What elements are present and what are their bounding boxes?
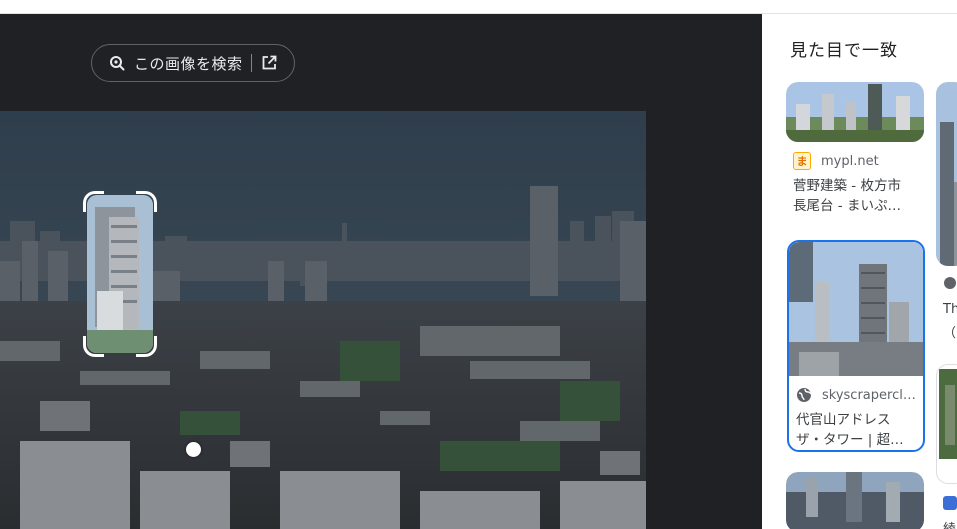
site-favicon-icon: ま bbox=[793, 152, 811, 170]
globe-icon bbox=[796, 387, 812, 403]
crop-corner-bottom-left[interactable] bbox=[83, 336, 104, 357]
object-hotspot-dot[interactable] bbox=[186, 442, 201, 457]
result-globe-icon-partial bbox=[943, 276, 957, 294]
result-card[interactable] bbox=[786, 472, 924, 529]
results-panel: 見た目で一致 ま mypl.net 菅野建築 - 枚方市 長尾台 - まいぷ… bbox=[762, 14, 957, 529]
search-this-image-button[interactable]: この画像を検索 bbox=[91, 44, 295, 82]
result-card-partial[interactable] bbox=[936, 82, 957, 266]
result-title[interactable]: 代官山アドレス ザ・タワー | 超高… bbox=[796, 410, 914, 450]
result-title-partial-3: 綾 bbox=[943, 518, 956, 529]
result-source: ま mypl.net bbox=[786, 150, 924, 172]
selected-building-region bbox=[87, 195, 153, 353]
result-source: skyscrapercl… bbox=[789, 384, 923, 406]
result-card-selected[interactable]: skyscrapercl… 代官山アドレス ザ・タワー | 超高… bbox=[787, 240, 925, 452]
result-card[interactable]: ま mypl.net 菅野建築 - 枚方市 長尾台 - まいぷ… bbox=[786, 82, 924, 232]
result-title[interactable]: 菅野建築 - 枚方市 長尾台 - まいぷ… bbox=[793, 176, 911, 216]
result-source-label: mypl.net bbox=[821, 153, 879, 169]
result-thumbnail bbox=[789, 242, 923, 376]
result-thumbnail bbox=[786, 82, 924, 142]
crop-corner-bottom-right[interactable] bbox=[136, 336, 157, 357]
results-heading: 見た目で一致 bbox=[790, 41, 898, 61]
result-title-partial: Th bbox=[943, 302, 957, 317]
top-bar bbox=[0, 0, 957, 14]
search-chip-label: この画像を検索 bbox=[134, 54, 243, 73]
result-card-partial[interactable] bbox=[936, 364, 957, 484]
crop-corner-top-left[interactable] bbox=[83, 191, 104, 212]
result-favicon-partial bbox=[943, 496, 957, 514]
image-viewer: この画像を検索 bbox=[0, 14, 762, 529]
result-source-label: skyscrapercl… bbox=[822, 387, 916, 403]
chip-divider bbox=[250, 54, 252, 72]
crop-selection-box[interactable] bbox=[83, 191, 157, 357]
result-thumbnail bbox=[786, 472, 924, 529]
result-title-partial-2: （ bbox=[943, 326, 957, 341]
crop-corner-top-right[interactable] bbox=[136, 191, 157, 212]
lens-search-icon bbox=[108, 54, 126, 72]
open-in-new-icon[interactable] bbox=[260, 54, 278, 72]
